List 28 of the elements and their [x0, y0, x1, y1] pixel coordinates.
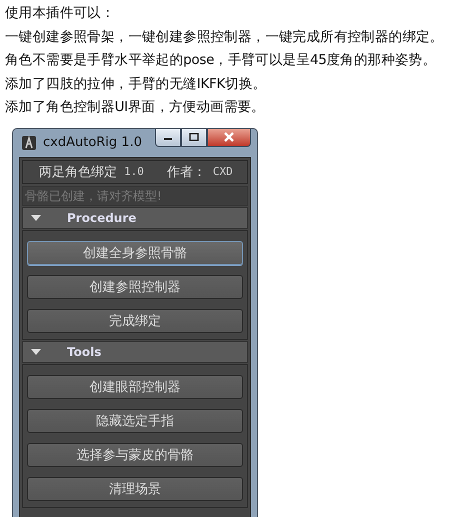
intro-text: 角色不需要是手臂水平举起的pose，手臂可以是呈45度角的那种姿势。	[5, 51, 438, 70]
action-button[interactable]: 创建全身参照骨骼	[27, 240, 243, 264]
intro-text: 一键创建参照骨架，一键创建参照控制器，一键完成所有控制器的绑定。	[5, 28, 444, 46]
maximize-icon	[189, 133, 199, 141]
maximize-button[interactable]	[181, 128, 207, 146]
section-header[interactable]: Procedure	[22, 206, 248, 228]
action-button[interactable]: 创建参照控制器	[27, 274, 243, 298]
section-header[interactable]: Tools	[22, 340, 248, 362]
status-field[interactable]: 骨骼已创建，请对齐模型!	[22, 186, 248, 206]
action-button[interactable]: 清理场景	[27, 476, 243, 500]
action-button[interactable]: 创建眼部控制器	[27, 374, 243, 398]
section-title: Tools	[67, 344, 102, 358]
minimize-button[interactable]	[155, 128, 181, 146]
header-title: 两足角色绑定	[39, 164, 117, 180]
intro-text: 添加了四肢的拉伸，手臂的无缝IKFK切换。	[5, 74, 268, 94]
version-text: 1.0	[124, 165, 144, 178]
intro-text: 添加了角色控制器UI界面，方便动画需要。	[5, 98, 266, 117]
action-button[interactable]: 完成绑定	[27, 308, 243, 332]
window-title: cxdAutoRig 1.0	[43, 135, 142, 150]
section-title: Procedure	[67, 210, 136, 224]
action-button[interactable]: 选择参与蒙皮的骨骼	[27, 442, 243, 466]
author-label: 作者：	[166, 164, 206, 180]
author-text: CXD	[212, 165, 233, 178]
intro-text: 使用本插件可以：	[5, 4, 116, 23]
close-button[interactable]	[207, 128, 251, 146]
close-icon	[223, 132, 235, 142]
action-button[interactable]: 隐藏选定手指	[27, 408, 243, 432]
app-icon	[22, 136, 36, 150]
